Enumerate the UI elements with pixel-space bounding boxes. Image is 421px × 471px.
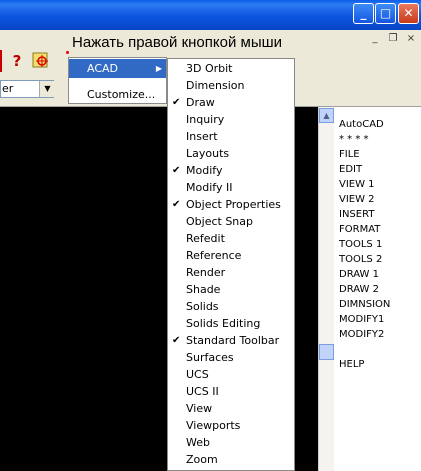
- submenu-item[interactable]: Reference: [168, 247, 294, 264]
- submenu-item[interactable]: Solids Editing: [168, 315, 294, 332]
- toolbar-edge: [0, 50, 2, 72]
- submenu-item-label: Standard Toolbar: [186, 334, 280, 347]
- screen-menu-item[interactable]: TOOLS 1: [339, 237, 382, 252]
- submenu-item-label: Shade: [186, 283, 221, 296]
- submenu-item[interactable]: View: [168, 400, 294, 417]
- cursor-marker: [66, 51, 69, 54]
- snap-tool-button[interactable]: [30, 50, 52, 72]
- screen-menu-item[interactable]: FILE: [339, 147, 360, 162]
- submenu-item[interactable]: UCS: [168, 366, 294, 383]
- submenu-item[interactable]: Object Snap: [168, 213, 294, 230]
- submenu-arrow-icon: ▶: [155, 64, 162, 73]
- submenu-item[interactable]: 3D Orbit: [168, 60, 294, 77]
- checkmark-icon: ✔: [172, 199, 181, 210]
- submenu-item-label: Insert: [186, 130, 218, 143]
- submenu-item[interactable]: Surfaces: [168, 349, 294, 366]
- chevron-down-icon[interactable]: ▼: [39, 81, 55, 97]
- submenu-item-label: Solids Editing: [186, 317, 261, 330]
- screen-menu-item[interactable]: MODIFY1: [339, 312, 384, 327]
- submenu-item-label: Object Snap: [186, 215, 253, 228]
- context-menu-item-acad[interactable]: ACAD ▶: [69, 59, 166, 78]
- snap-icon: [32, 52, 48, 68]
- submenu-item[interactable]: Layouts: [168, 145, 294, 162]
- submenu-item[interactable]: Render: [168, 264, 294, 281]
- submenu-item-label: Object Properties: [186, 198, 281, 211]
- submenu-item-label: UCS II: [186, 385, 219, 398]
- screen-menu-item[interactable]: DRAW 2: [339, 282, 379, 297]
- submenu-item-label: Modify: [186, 164, 223, 177]
- mdi-restore-button[interactable]: ❐: [386, 32, 400, 45]
- submenu-item-label: Solids: [186, 300, 219, 313]
- title-bar: _ □ ✕: [0, 0, 421, 30]
- submenu-item[interactable]: ✔ Modify: [168, 162, 294, 179]
- submenu-item[interactable]: Modify II: [168, 179, 294, 196]
- submenu-item-label: Web: [186, 436, 210, 449]
- vertical-scrollbar[interactable]: ▲: [318, 107, 334, 471]
- submenu-item-label: Zoom: [186, 453, 218, 466]
- layer-combo-value: er: [2, 82, 14, 95]
- submenu-item-label: Reference: [186, 249, 242, 262]
- submenu-item-label: Viewports: [186, 419, 241, 432]
- context-menu: ACAD ▶ Customize...: [68, 57, 167, 104]
- submenu-item[interactable]: Viewports: [168, 417, 294, 434]
- submenu-item[interactable]: Shade: [168, 281, 294, 298]
- toolbar-submenu: 3D Orbit Dimension ✔ Draw Inquiry Insert Layou…: [167, 58, 295, 471]
- submenu-item[interactable]: Insert: [168, 128, 294, 145]
- screen-menu-item[interactable]: MODIFY2: [339, 327, 384, 342]
- menu-item-label: Customize...: [87, 88, 156, 101]
- submenu-item-label: Inquiry: [186, 113, 225, 126]
- submenu-item-label: View: [186, 402, 213, 415]
- submenu-item[interactable]: Dimension: [168, 77, 294, 94]
- screen-menu-item[interactable]: DIMNSION: [339, 297, 390, 312]
- submenu-item-label: Modify II: [186, 181, 233, 194]
- screen-menu-item[interactable]: VIEW 2: [339, 192, 375, 207]
- screen-menu-item[interactable]: * * * *: [339, 132, 369, 147]
- submenu-item-label: Render: [186, 266, 226, 279]
- submenu-item-label: Surfaces: [186, 351, 234, 364]
- submenu-item[interactable]: ✔ Standard Toolbar: [168, 332, 294, 349]
- scroll-up-icon[interactable]: ▲: [319, 108, 334, 123]
- screen-menu-item[interactable]: VIEW 1: [339, 177, 375, 192]
- checkmark-icon: ✔: [172, 335, 181, 346]
- checkmark-icon: ✔: [172, 165, 181, 176]
- submenu-item-label: Draw: [186, 96, 215, 109]
- context-menu-item-customize[interactable]: Customize...: [69, 85, 166, 104]
- submenu-item[interactable]: Web: [168, 434, 294, 451]
- instruction-text: Нажать правой кнопкой мыши: [72, 34, 283, 51]
- mdi-minimize-button[interactable]: _: [368, 32, 382, 45]
- maximize-window-button[interactable]: □: [375, 3, 396, 24]
- submenu-item[interactable]: ✔ Object Properties: [168, 196, 294, 213]
- submenu-item[interactable]: Refedit: [168, 230, 294, 247]
- screen-menu: AutoCAD * * * * FILE EDIT VIEW 1 VIEW 2 INSERT…: [334, 107, 421, 471]
- submenu-item-label: UCS: [186, 368, 209, 381]
- screen-menu-item[interactable]: HELP: [339, 357, 364, 372]
- screen-menu-item[interactable]: FORMAT: [339, 222, 380, 237]
- submenu-item-label: Layouts: [186, 147, 230, 160]
- submenu-item[interactable]: UCS II: [168, 383, 294, 400]
- checkmark-icon: ✔: [172, 97, 181, 108]
- scroll-thumb[interactable]: [319, 344, 334, 360]
- help-button[interactable]: ?: [6, 50, 28, 72]
- submenu-item[interactable]: Zoom: [168, 451, 294, 468]
- submenu-item[interactable]: Solids: [168, 298, 294, 315]
- mdi-close-button[interactable]: ×: [404, 32, 418, 45]
- screen-menu-item[interactable]: DRAW 1: [339, 267, 379, 282]
- submenu-item[interactable]: Inquiry: [168, 111, 294, 128]
- minimize-window-button[interactable]: _: [353, 3, 374, 24]
- submenu-item-label: Refedit: [186, 232, 225, 245]
- screen-menu-item[interactable]: INSERT: [339, 207, 374, 222]
- submenu-item[interactable]: ✔ Draw: [168, 94, 294, 111]
- screen-menu-item[interactable]: AutoCAD: [339, 117, 384, 132]
- menu-item-label: ACAD: [87, 62, 119, 75]
- submenu-item-label: Dimension: [186, 79, 245, 92]
- submenu-item-label: 3D Orbit: [186, 62, 233, 75]
- close-window-button[interactable]: ✕: [398, 3, 419, 24]
- screen-menu-item[interactable]: TOOLS 2: [339, 252, 382, 267]
- screen-menu-item[interactable]: EDIT: [339, 162, 362, 177]
